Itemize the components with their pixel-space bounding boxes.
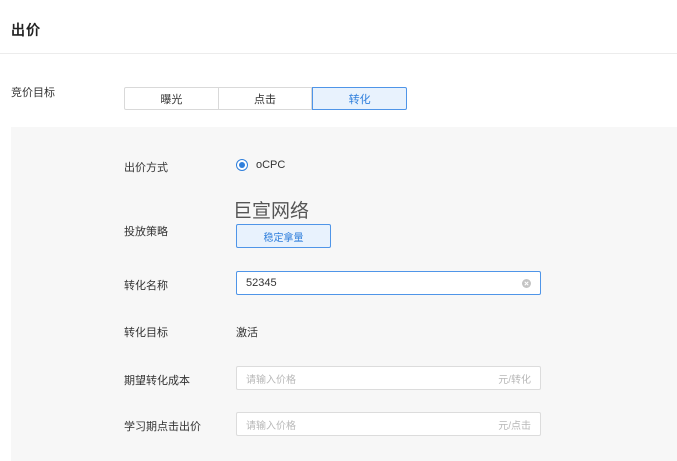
bid-target-label: 竞价目标 (11, 87, 55, 99)
conversion-name-label: 转化名称 (124, 280, 168, 292)
page-title: 出价 (11, 22, 41, 38)
clear-icon[interactable] (522, 278, 531, 288)
bid-method-label: 出价方式 (124, 162, 168, 174)
bid-target-segmented-control: 曝光 点击 转化 (124, 87, 408, 110)
expected-cost-placeholder: 请输入价格 (246, 374, 296, 386)
bid-target-option-conversion[interactable]: 转化 (312, 87, 408, 110)
learning-bid-input[interactable]: 请输入价格 元/点击 (236, 412, 541, 436)
strategy-label: 投放策略 (124, 226, 168, 238)
conversion-target-label: 转化目标 (124, 327, 168, 339)
conversion-name-input[interactable]: 52345 (236, 271, 541, 295)
stable-volume-button[interactable]: 稳定拿量 (236, 224, 331, 248)
ocpc-radio-label: oCPC (256, 159, 286, 171)
watermark-text: 巨宣网络 (233, 200, 310, 222)
learning-bid-placeholder: 请输入价格 (246, 420, 296, 432)
expected-cost-input[interactable]: 请输入价格 元/转化 (236, 366, 541, 390)
conversion-target-value: 激活 (236, 327, 258, 339)
ocpc-radio[interactable]: oCPC (236, 159, 285, 171)
conversion-name-value: 52345 (246, 277, 277, 289)
radio-checked-icon (236, 159, 248, 171)
bid-target-option-click[interactable]: 点击 (218, 87, 313, 110)
learning-bid-label: 学习期点击出价 (124, 421, 201, 433)
expected-cost-label: 期望转化成本 (124, 375, 190, 387)
expected-cost-suffix: 元/转化 (498, 374, 531, 386)
bid-target-option-exposure[interactable]: 曝光 (124, 87, 219, 110)
learning-bid-suffix: 元/点击 (498, 420, 531, 432)
page-header: 出价 (0, 0, 677, 54)
